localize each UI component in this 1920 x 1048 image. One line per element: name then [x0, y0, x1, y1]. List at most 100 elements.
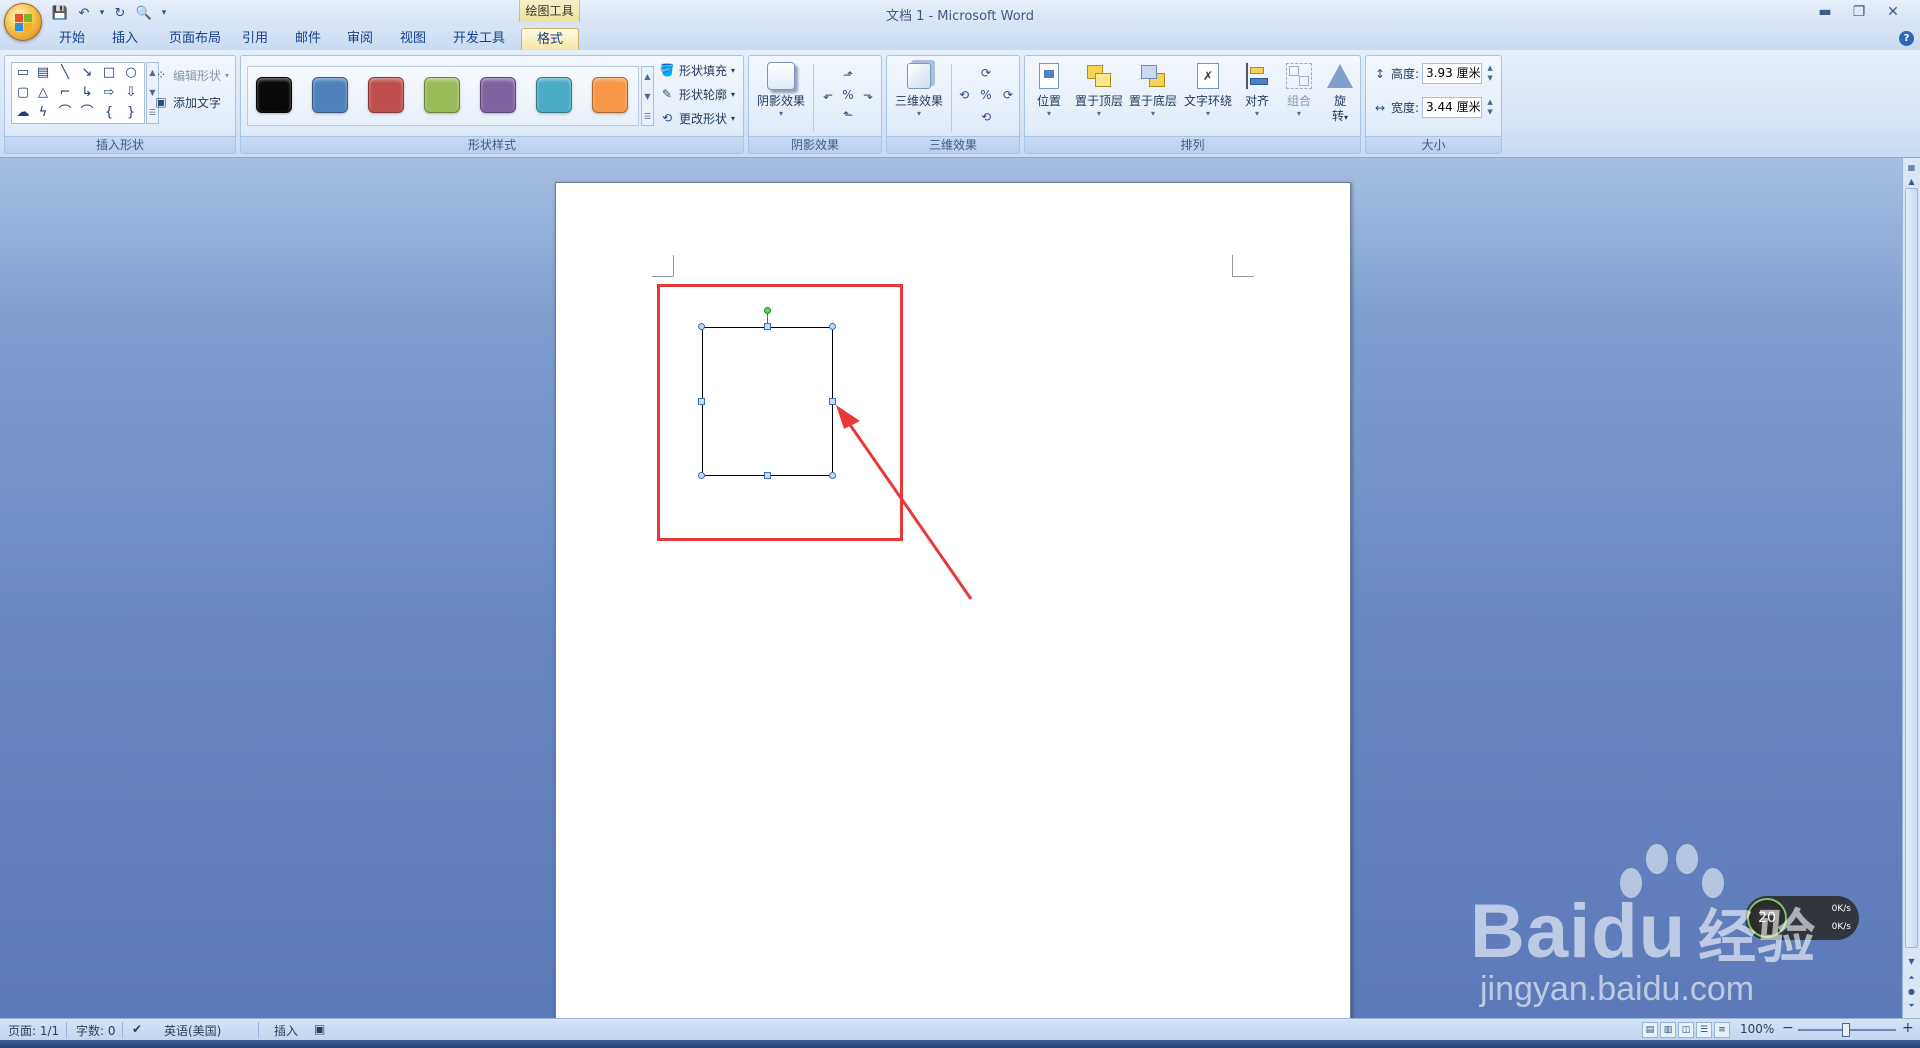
scroll-down-icon[interactable]: ▼ [642, 87, 653, 107]
tilt-up-icon[interactable]: ⟳ [977, 64, 995, 82]
tab-references[interactable]: 引用 [235, 28, 275, 50]
right-arrow-shape-icon[interactable]: ⇨ [100, 84, 118, 102]
rectangle-shape-icon[interactable]: □ [100, 64, 118, 82]
close-button[interactable]: ✕ [1876, 2, 1910, 22]
redo-icon[interactable]: ↻ [110, 4, 130, 22]
change-shape-button[interactable]: ⟲ 更改形状 ▾ [659, 108, 735, 128]
3d-effects-button[interactable]: 三维效果 ▾ [891, 60, 947, 119]
shadow-effects-button[interactable]: 阴影效果 ▾ [753, 60, 809, 119]
proofing-icon[interactable]: ✔ [132, 1022, 142, 1036]
network-speed-widget[interactable]: 20 0K/s 0K/s [1745, 896, 1859, 940]
style-swatch-purple[interactable] [480, 77, 516, 113]
elbow-arrow-shape-icon[interactable]: ↳ [78, 84, 96, 102]
page-count[interactable]: 页面: 1/1 [8, 1022, 59, 1039]
zoom-out-button[interactable]: − [1782, 1020, 1794, 1036]
tab-view[interactable]: 视图 [393, 28, 433, 50]
text-wrapping-button[interactable]: ✗ 文字环绕 ▾ [1181, 60, 1235, 119]
zoom-slider-thumb[interactable] [1842, 1023, 1850, 1037]
group-objects-button[interactable]: 组合 ▾ [1279, 60, 1319, 119]
cloud-shape-icon[interactable]: ☁ [14, 104, 32, 122]
office-button[interactable] [4, 3, 42, 41]
arc-shape-icon[interactable]: ⌒ [56, 104, 74, 122]
3d-toggle-icon[interactable]: % [977, 86, 995, 104]
scroll-up-icon[interactable]: ▲ [1904, 174, 1919, 189]
edit-shape-button[interactable]: ⁘ 编辑形状 ▾ [153, 65, 229, 85]
shape-outline-button[interactable]: ✎ 形状轮廓 ▾ [659, 84, 735, 104]
document-page[interactable] [555, 182, 1351, 1032]
tab-home[interactable]: 开始 [52, 28, 92, 50]
restore-button[interactable]: ❐ [1842, 2, 1876, 22]
vertical-textbox-shape-icon[interactable]: ▤ [34, 64, 52, 82]
left-brace-shape-icon[interactable]: { [100, 104, 118, 122]
down-arrow-shape-icon[interactable]: ⇩ [122, 84, 140, 102]
style-swatch-blue[interactable] [312, 77, 348, 113]
tilt-down-icon[interactable]: ⟲ [977, 108, 995, 126]
add-text-button[interactable]: ▣ 添加文字 [153, 92, 221, 112]
tilt-right-icon[interactable]: ⟳ [999, 86, 1017, 104]
scroll-down-icon[interactable]: ▼ [1904, 954, 1919, 969]
shadow-toggle-icon[interactable]: % [839, 86, 857, 104]
save-icon[interactable]: 💾 [50, 4, 70, 22]
nudge-shadow-right-icon[interactable]: ⬎ [859, 86, 877, 104]
width-input[interactable]: 3.44 厘米 [1422, 97, 1483, 118]
gallery-more-icon[interactable]: ☰ [642, 107, 653, 127]
tilt-left-icon[interactable]: ⟲ [955, 86, 973, 104]
right-brace-shape-icon[interactable]: } [122, 104, 140, 122]
lightning-shape-icon[interactable]: ϟ [34, 104, 52, 122]
undo-dropdown-icon[interactable]: ▾ [98, 4, 106, 22]
oval-shape-icon[interactable]: ○ [122, 64, 140, 82]
elbow-connector-shape-icon[interactable]: ⌐ [56, 84, 74, 102]
scroll-thumb[interactable] [1905, 188, 1918, 948]
style-swatch-aqua[interactable] [536, 77, 572, 113]
draft-view-icon[interactable]: ≡ [1714, 1022, 1730, 1038]
web-layout-icon[interactable]: ◫ [1678, 1022, 1694, 1038]
arrow-line-shape-icon[interactable]: ↘ [78, 64, 96, 82]
full-screen-reading-icon[interactable]: ▥ [1660, 1022, 1676, 1038]
tab-review[interactable]: 审阅 [340, 28, 380, 50]
previous-page-icon[interactable]: ⏶ [1904, 970, 1919, 985]
triangle-shape-icon[interactable]: △ [34, 84, 52, 102]
line-shape-icon[interactable]: ╲ [56, 64, 74, 82]
language-indicator[interactable]: 英语(美国) [164, 1022, 221, 1039]
ruler-toggle-icon[interactable]: ▦ [1904, 160, 1919, 175]
shape-fill-button[interactable]: 🪣 形状填充 ▾ [659, 60, 736, 80]
insert-mode-indicator[interactable]: 插入 [274, 1022, 298, 1039]
scroll-up-icon[interactable]: ▲ [642, 67, 653, 87]
send-to-back-button[interactable]: 置于底层 ▾ [1127, 60, 1179, 119]
tab-insert[interactable]: 插入 [105, 28, 145, 50]
vertical-scrollbar[interactable]: ▦ ▲ ▼ ⏶ ● ⏷ [1902, 158, 1920, 1018]
height-spinner[interactable]: ▲ ▼ [1485, 63, 1495, 84]
tab-page-layout[interactable]: 页面布局 [160, 28, 230, 50]
outline-view-icon[interactable]: ☰ [1696, 1022, 1712, 1038]
nudge-shadow-left-icon[interactable]: ⬐ [819, 86, 837, 104]
tab-developer[interactable]: 开发工具 [445, 28, 513, 50]
macro-record-icon[interactable]: ▣ [314, 1022, 325, 1036]
rotate-button[interactable]: 旋 转▾ [1321, 60, 1359, 125]
print-layout-view-icon[interactable]: ▤ [1642, 1022, 1658, 1038]
zoom-in-button[interactable]: + [1902, 1020, 1914, 1036]
tab-format[interactable]: 格式 [521, 28, 579, 50]
rounded-rectangle-shape-icon[interactable]: ▢ [14, 84, 32, 102]
width-spinner[interactable]: ▲ ▼ [1485, 97, 1495, 118]
position-button[interactable]: 位置 ▾ [1029, 60, 1069, 119]
align-button[interactable]: 对齐 ▾ [1237, 60, 1277, 119]
bring-to-front-button[interactable]: 置于顶层 ▾ [1073, 60, 1125, 119]
textbox-shape-icon[interactable]: ▭ [14, 64, 32, 82]
browse-object-icon[interactable]: ● [1904, 984, 1919, 999]
print-preview-icon[interactable]: 🔍 [134, 4, 154, 22]
undo-icon[interactable]: ↶ [74, 4, 94, 22]
style-swatch-orange[interactable] [592, 77, 628, 113]
height-input[interactable]: 3.93 厘米 [1422, 63, 1483, 84]
style-swatch-black[interactable] [256, 77, 292, 113]
style-gallery-scroll[interactable]: ▲ ▼ ☰ [641, 66, 654, 126]
zoom-level[interactable]: 100% [1740, 1022, 1774, 1036]
nudge-shadow-down-icon[interactable]: ⬑ [839, 106, 857, 124]
customize-qat-icon[interactable]: ▾ [158, 4, 170, 22]
minimize-button[interactable]: ▬ [1808, 2, 1842, 22]
style-swatch-red[interactable] [368, 77, 404, 113]
shapes-gallery[interactable]: ▭ ▤ ╲ ↘ □ ○ ▢ △ ⌐ ↳ ⇨ ⇩ ☁ ϟ ⌒ ⌒ { } [11, 62, 145, 124]
curve-shape-icon[interactable]: ⌒ [78, 104, 96, 122]
style-swatch-green[interactable] [424, 77, 460, 113]
help-icon[interactable]: ? [1899, 31, 1914, 46]
next-page-icon[interactable]: ⏷ [1904, 998, 1919, 1013]
